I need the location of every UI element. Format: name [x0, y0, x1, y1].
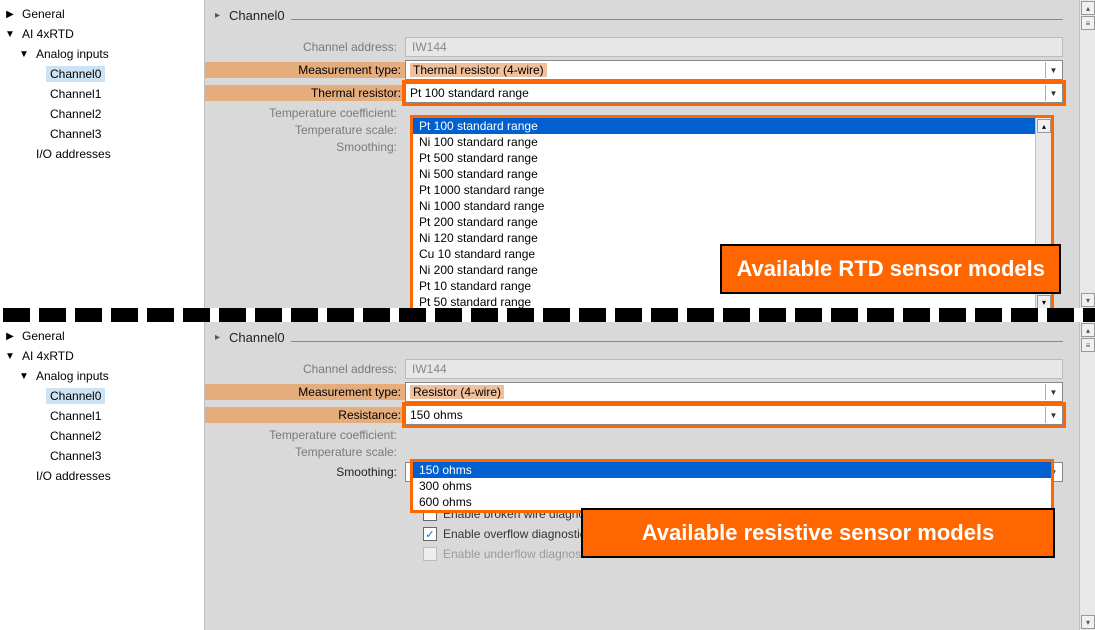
section-title: Channel0 [229, 8, 285, 23]
dropdown-option[interactable]: 300 ohms [413, 478, 1051, 494]
tree-expand-icon[interactable]: ▶ [4, 9, 16, 20]
panel-scrollbar[interactable]: ▴ ≡ ▾ [1079, 322, 1095, 630]
resistance-dropdown[interactable]: 150 ohms300 ohms600 ohms [410, 459, 1054, 513]
scroll-down-icon[interactable]: ▾ [1081, 615, 1095, 629]
tree-label: Channel1 [46, 408, 105, 424]
dropdown-option[interactable]: Pt 1000 standard range [413, 182, 1035, 198]
tree-item[interactable]: ▼AI 4xRTD [0, 24, 204, 44]
tree-item[interactable]: Channel0 [0, 64, 204, 84]
tree-item[interactable]: Channel0 [0, 386, 204, 406]
tree-expand-icon[interactable]: ▶ [4, 331, 16, 342]
rtd-callout: Available RTD sensor models [720, 244, 1061, 294]
chevron-down-icon: ▼ [1045, 407, 1061, 423]
temp-scale-label: Temperature scale: [205, 123, 405, 137]
tree-item[interactable]: ▼AI 4xRTD [0, 346, 204, 366]
tree-label: Analog inputs [32, 368, 113, 384]
dropdown-option[interactable]: Pt 100 standard range [413, 118, 1035, 134]
tree-label: General [18, 6, 69, 22]
measurement-type-label: Measurement type: [205, 62, 405, 78]
measurement-type-label: Measurement type: [205, 384, 405, 400]
tree-expand-icon[interactable]: ▼ [4, 29, 16, 40]
temp-coef-label: Temperature coefficient: [205, 106, 405, 120]
tree-item[interactable]: Channel1 [0, 406, 204, 426]
tree-item[interactable]: ▼Analog inputs [0, 44, 204, 64]
divider [291, 19, 1063, 20]
thermal-resistor-select[interactable]: Pt 100 standard range ▼ [405, 83, 1063, 103]
tree-item[interactable]: Channel1 [0, 84, 204, 104]
tree-expand-icon[interactable]: ▼ [4, 351, 16, 362]
scroll-down-icon[interactable]: ▾ [1037, 295, 1051, 308]
checkbox-label: Enable overflow diagnostics [443, 527, 592, 541]
dropdown-option[interactable]: Pt 200 standard range [413, 214, 1035, 230]
dropdown-option[interactable]: Pt 500 standard range [413, 150, 1035, 166]
channel-address-label: Channel address: [205, 40, 405, 54]
measurement-type-select[interactable]: Thermal resistor (4-wire) ▼ [405, 60, 1063, 80]
temp-coef-label: Temperature coefficient: [205, 428, 405, 442]
tree-item[interactable]: ▶General [0, 326, 204, 346]
dropdown-option[interactable]: Ni 100 standard range [413, 134, 1035, 150]
chevron-down-icon: ▼ [1045, 62, 1061, 78]
properties-panel-bottom: ▸ Channel0 Channel address: IW144 Measur… [205, 322, 1095, 630]
scroll-up-icon[interactable]: ▴ [1081, 323, 1095, 337]
tree-label: Channel0 [46, 66, 105, 82]
tree-label: Channel2 [46, 428, 105, 444]
scroll-down-icon[interactable]: ▾ [1081, 293, 1095, 307]
tree-item[interactable]: Channel2 [0, 426, 204, 446]
tree-item[interactable]: I/O addresses [0, 144, 204, 164]
divider [291, 341, 1063, 342]
section-expand-icon[interactable]: ▸ [215, 332, 229, 343]
scroll-handle[interactable]: ≡ [1081, 16, 1095, 30]
resistive-callout: Available resistive sensor models [581, 508, 1055, 558]
tree-label: AI 4xRTD [18, 348, 78, 364]
chevron-down-icon: ▼ [1045, 384, 1061, 400]
tree-label: AI 4xRTD [18, 26, 78, 42]
channel-address-field: IW144 [405, 359, 1063, 379]
dropdown-option[interactable]: Ni 500 standard range [413, 166, 1035, 182]
panel-scrollbar[interactable]: ▴ ≡ ▾ [1079, 0, 1095, 308]
tree-label: I/O addresses [32, 468, 115, 484]
channel-address-field: IW144 [405, 37, 1063, 57]
tree-label: Channel3 [46, 448, 105, 464]
checkbox [423, 547, 437, 561]
dropdown-option[interactable]: 150 ohms [413, 462, 1051, 478]
scroll-up-icon[interactable]: ▴ [1037, 119, 1051, 133]
nav-tree: ▶General▼AI 4xRTD▼Analog inputsChannel0C… [0, 0, 205, 308]
tree-label: Channel0 [46, 388, 105, 404]
smoothing-label: Smoothing: [205, 465, 405, 479]
resistance-label: Resistance: [205, 407, 405, 423]
temp-scale-label: Temperature scale: [205, 445, 405, 459]
dropdown-option[interactable]: Pt 50 standard range [413, 294, 1035, 308]
thermal-resistor-label: Thermal resistor: [205, 85, 405, 101]
tree-expand-icon[interactable]: ▼ [18, 49, 30, 60]
tree-item[interactable]: Channel3 [0, 124, 204, 144]
nav-tree: ▶General▼AI 4xRTD▼Analog inputsChannel0C… [0, 322, 205, 630]
resistance-select[interactable]: 150 ohms ▼ [405, 405, 1063, 425]
section-expand-icon[interactable]: ▸ [215, 10, 229, 21]
tree-item[interactable]: I/O addresses [0, 466, 204, 486]
tree-item[interactable]: ▼Analog inputs [0, 366, 204, 386]
smoothing-label: Smoothing: [205, 140, 405, 154]
tree-label: Channel1 [46, 86, 105, 102]
checkbox-label: Enable underflow diagnostics [443, 547, 599, 561]
channel-address-label: Channel address: [205, 362, 405, 376]
tree-expand-icon[interactable]: ▼ [18, 371, 30, 382]
tree-item[interactable]: ▶General [0, 4, 204, 24]
checkbox[interactable]: ✓ [423, 527, 437, 541]
dropdown-option[interactable]: Ni 1000 standard range [413, 198, 1035, 214]
chevron-down-icon: ▼ [1045, 85, 1061, 101]
image-divider [0, 308, 1095, 322]
scroll-up-icon[interactable]: ▴ [1081, 1, 1095, 15]
properties-panel-top: ▸ Channel0 Channel address: IW144 Measur… [205, 0, 1095, 308]
scroll-handle[interactable]: ≡ [1081, 338, 1095, 352]
tree-label: Analog inputs [32, 46, 113, 62]
tree-label: Channel3 [46, 126, 105, 142]
tree-label: Channel2 [46, 106, 105, 122]
section-title: Channel0 [229, 330, 285, 345]
tree-item[interactable]: Channel2 [0, 104, 204, 124]
tree-label: I/O addresses [32, 146, 115, 162]
tree-item[interactable]: Channel3 [0, 446, 204, 466]
tree-label: General [18, 328, 69, 344]
measurement-type-select[interactable]: Resistor (4-wire) ▼ [405, 382, 1063, 402]
